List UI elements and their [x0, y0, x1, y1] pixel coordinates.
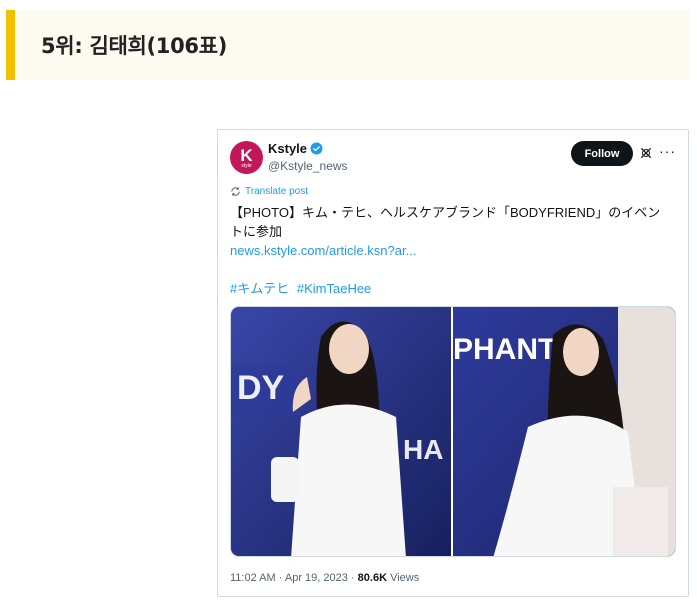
hashtag[interactable]: #キムテヒ	[230, 281, 289, 296]
photo-right[interactable]: PHANT	[453, 307, 675, 556]
meta-separator: ·	[350, 572, 355, 584]
avatar[interactable]: K style	[230, 141, 263, 174]
photo-right-brand-text: PHANT	[453, 333, 556, 366]
embedded-tweet[interactable]: K style Kstyle @Kstyle_news Follow ··· T…	[217, 129, 689, 597]
x-logo-icon[interactable]	[639, 145, 653, 161]
verified-badge-icon	[310, 142, 323, 155]
avatar-sub: style	[241, 162, 252, 169]
tweet-media[interactable]: DY HA PHANT	[230, 306, 676, 557]
hashtag[interactable]: #KimTaeHee	[297, 281, 371, 296]
photo-right-image: PHANT	[453, 307, 675, 556]
translate-icon	[231, 187, 240, 196]
tweet-text-line1: 【PHOTO】キム・テヒ、ヘルスケアブランド「BODYFRIEND」のイベン	[230, 205, 661, 220]
follow-button[interactable]: Follow	[571, 141, 633, 166]
avatar-letter: K	[240, 145, 253, 165]
hashtag-list: #キムテヒ #KimTaeHee	[230, 278, 375, 297]
photo-left-brand-text: DY	[237, 369, 285, 407]
views-count: 80.6K	[357, 572, 388, 584]
photo-left-brand-text-2: HA	[403, 434, 443, 465]
tweet-text-line2: トに参加	[230, 224, 283, 239]
author-name[interactable]: Kstyle	[268, 141, 307, 156]
translate-post[interactable]: Translate post	[230, 186, 308, 197]
translate-label: Translate post	[245, 186, 308, 197]
tweet-meta: 11:02 AM · Apr 19, 2023 · 80.6K Views	[230, 572, 419, 584]
meta-separator: ·	[278, 572, 283, 584]
tweet-header: K style Kstyle @Kstyle_news Follow ···	[230, 141, 676, 175]
author-handle[interactable]: @Kstyle_news	[268, 159, 348, 173]
views-label: Views	[390, 572, 420, 584]
section-heading-box: 5위: 김태희(106표)	[6, 10, 690, 80]
author-block: Kstyle @Kstyle_news	[268, 141, 348, 173]
photo-left[interactable]: DY HA	[231, 307, 453, 556]
article-link[interactable]: news.kstyle.com/article.ksn?ar...	[230, 241, 680, 260]
photo-left-image: DY HA	[231, 307, 451, 556]
more-options-icon[interactable]: ···	[659, 143, 676, 159]
tweet-time[interactable]: 11:02 AM	[230, 572, 276, 584]
section-heading: 5위: 김태희(106표)	[41, 34, 228, 58]
tweet-text: 【PHOTO】キム・テヒ、ヘルスケアブランド「BODYFRIEND」のイベン ト…	[230, 203, 680, 260]
tweet-date[interactable]: Apr 19, 2023	[285, 572, 348, 584]
